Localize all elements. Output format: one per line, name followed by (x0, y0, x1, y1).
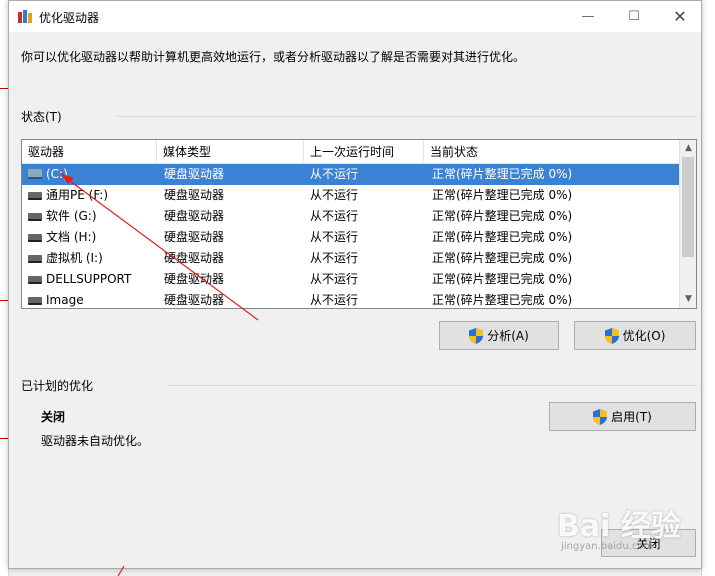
drive-name-cell: 虚拟机 (I:) (28, 248, 103, 269)
analyze-button[interactable]: 分析(A) (439, 321, 559, 350)
hard-drive-icon (28, 192, 42, 200)
last-run-cell: 从不运行 (310, 272, 359, 286)
current-status-cell: 正常(碎片整理已完成 0%) (432, 272, 573, 286)
media-type-cell: 硬盘驱动器 (164, 209, 225, 223)
drive-rows: (C:) 硬盘驱动器 从不运行 正常(碎片整理已完成 0%) 通用PE (F:) 硬盘驱动… (22, 164, 680, 308)
drive-name-cell: Image (28, 290, 84, 308)
current-status-cell: 正常(碎片整理已完成 0%) (432, 293, 573, 307)
media-type-cell: 硬盘驱动器 (164, 251, 225, 265)
drive-name-cell: 通用PE (F:) (28, 185, 108, 206)
background-red-line (0, 88, 8, 89)
media-type-cell: 硬盘驱动器 (164, 230, 225, 244)
hard-drive-icon (28, 255, 42, 263)
analyze-button-label: 分析(A) (487, 329, 529, 343)
last-run-cell: 从不运行 (310, 167, 359, 181)
drive-name-cell: (C:) (28, 164, 68, 185)
background-red-line (0, 438, 8, 439)
hard-drive-icon (28, 276, 42, 284)
drive-list-header: 驱动器 媒体类型 上一次运行时间 当前状态 (22, 140, 680, 164)
column-header-current-status[interactable]: 当前状态 (424, 140, 680, 164)
drive-name: 虚拟机 (I:) (46, 251, 103, 265)
column-header-media-type[interactable]: 媒体类型 (157, 140, 304, 164)
current-status-cell: 正常(碎片整理已完成 0%) (432, 209, 573, 223)
column-header-last-run[interactable]: 上一次运行时间 (304, 140, 424, 164)
scroll-up-arrow-icon[interactable]: ▲ (680, 140, 696, 157)
last-run-cell: 从不运行 (310, 251, 359, 265)
drive-row[interactable]: 虚拟机 (I:) 硬盘驱动器 从不运行 正常(碎片整理已完成 0%) (22, 248, 680, 269)
drive-name-cell: 软件 (G:) (28, 206, 97, 227)
background-app-right-edge (701, 0, 715, 576)
scheduled-state: 关闭 (41, 410, 66, 424)
media-type-cell: 硬盘驱动器 (164, 272, 225, 286)
optimize-drives-window: 优化驱动器 — ☐ ✕ 你可以优化驱动器以帮助计算机更高效地运行，或者分析驱动器… (8, 0, 702, 569)
drive-row[interactable]: 通用PE (F:) 硬盘驱动器 从不运行 正常(碎片整理已完成 0%) (22, 185, 680, 206)
drive-name: 文档 (H:) (46, 230, 97, 244)
current-status-cell: 正常(碎片整理已完成 0%) (432, 188, 573, 202)
drive-name-cell: 文档 (H:) (28, 227, 96, 248)
baidu-jingyan-watermark: Bai 经验 (557, 509, 681, 544)
last-run-cell: 从不运行 (310, 209, 359, 223)
drive-row[interactable]: Image 硬盘驱动器 从不运行 正常(碎片整理已完成 0%) (22, 290, 680, 308)
enable-schedule-button[interactable]: 启用(T) (549, 402, 696, 431)
last-run-cell: 从不运行 (310, 293, 359, 307)
hard-drive-icon (28, 234, 42, 242)
hard-drive-icon (28, 165, 42, 179)
drive-name-cell: DELLSUPPORT (28, 269, 131, 290)
uac-shield-icon (593, 408, 608, 425)
background-red-line (0, 300, 8, 301)
scroll-down-arrow-icon[interactable]: ▼ (680, 291, 696, 308)
media-type-cell: 硬盘驱动器 (164, 167, 225, 181)
uac-shield-icon (604, 327, 619, 344)
drive-list[interactable]: 驱动器 媒体类型 上一次运行时间 当前状态 (C:) 硬盘驱动器 从不运行 正常(碎片… (21, 139, 697, 309)
title-bar[interactable]: 优化驱动器 — ☐ ✕ (9, 1, 701, 32)
scheduled-divider (169, 385, 697, 386)
drive-row[interactable]: 软件 (G:) 硬盘驱动器 从不运行 正常(碎片整理已完成 0%) (22, 206, 680, 227)
current-status-cell: 正常(碎片整理已完成 0%) (432, 251, 573, 265)
defrag-app-icon (18, 10, 32, 23)
drive-name: DELLSUPPORT (46, 272, 132, 286)
drive-row[interactable]: 文档 (H:) 硬盘驱动器 从不运行 正常(碎片整理已完成 0%) (22, 227, 680, 248)
optimize-button[interactable]: 优化(O) (574, 321, 696, 350)
last-run-cell: 从不运行 (310, 230, 359, 244)
drive-row[interactable]: (C:) 硬盘驱动器 从不运行 正常(碎片整理已完成 0%) (22, 164, 680, 185)
media-type-cell: 硬盘驱动器 (164, 293, 225, 307)
uac-shield-icon (469, 327, 484, 344)
hard-drive-icon (28, 213, 42, 221)
minimize-button[interactable]: — (565, 1, 611, 32)
column-header-drive[interactable]: 驱动器 (22, 140, 157, 164)
watermark-url: jingyan.baidu.com (561, 541, 654, 552)
current-status-cell: 正常(碎片整理已完成 0%) (432, 167, 573, 181)
enable-button-label: 启用(T) (611, 410, 652, 424)
media-type-cell: 硬盘驱动器 (164, 188, 225, 202)
scheduled-description: 驱动器未自动优化。 (41, 434, 150, 448)
scheduled-section-label: 已计划的优化 (21, 379, 94, 393)
intro-text: 你可以优化驱动器以帮助计算机更高效地运行，或者分析驱动器以了解是否需要对其进行优… (21, 50, 526, 64)
close-window-button[interactable]: ✕ (657, 1, 703, 32)
optimize-button-label: 优化(O) (622, 329, 666, 343)
window-title: 优化驱动器 (39, 11, 100, 25)
drive-row[interactable]: DELLSUPPORT 硬盘驱动器 从不运行 正常(碎片整理已完成 0%) (22, 269, 680, 290)
vertical-scrollbar[interactable]: ▲ ▼ (679, 140, 696, 308)
drive-name: 软件 (G:) (46, 209, 97, 223)
maximize-button[interactable]: ☐ (611, 1, 657, 32)
current-status-cell: 正常(碎片整理已完成 0%) (432, 230, 573, 244)
drive-name: (C:) (46, 167, 68, 181)
hard-drive-icon (28, 297, 42, 305)
drive-name: 通用PE (F:) (46, 188, 109, 202)
status-section-label: 状态(T) (21, 110, 62, 124)
status-divider (117, 116, 697, 117)
drive-name: Image (46, 293, 84, 307)
last-run-cell: 从不运行 (310, 188, 359, 202)
scroll-thumb[interactable] (682, 157, 694, 257)
